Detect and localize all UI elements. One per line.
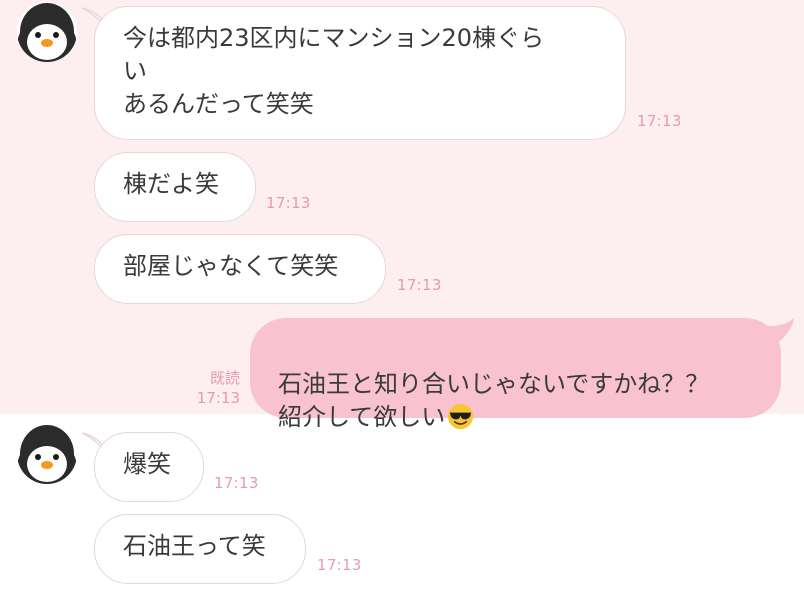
- message-timestamp: 17:13: [637, 112, 682, 130]
- message-timestamp: 17:13: [397, 276, 442, 294]
- message-timestamp: 17:13: [214, 474, 259, 492]
- message-bubble-incoming[interactable]: 石油王って笑: [94, 514, 306, 584]
- message-bubble-outgoing[interactable]: 石油王と知り合いじゃないですかね？？ 紹介して欲しい: [250, 318, 781, 431]
- message-timestamp: 17:13: [196, 389, 240, 407]
- message-bubble-incoming[interactable]: 爆笑: [94, 432, 204, 502]
- read-receipt: 既読 17:13: [186, 368, 240, 408]
- message-bubble-incoming[interactable]: 部屋じゃなくて笑笑: [94, 234, 386, 304]
- message-timestamp: 17:13: [317, 556, 362, 574]
- message-bubble-incoming[interactable]: 棟だよ笑: [94, 152, 256, 222]
- smiling-face-with-sunglasses-icon: [448, 403, 474, 430]
- message-bubble-incoming[interactable]: 今は都内23区内にマンション20棟ぐら い あるんだって笑笑: [94, 6, 626, 140]
- message-timestamp: 17:13: [266, 194, 311, 212]
- read-label: 既読: [209, 369, 240, 387]
- penguin-avatar-icon[interactable]: [17, 424, 77, 484]
- penguin-avatar-icon[interactable]: [17, 2, 77, 62]
